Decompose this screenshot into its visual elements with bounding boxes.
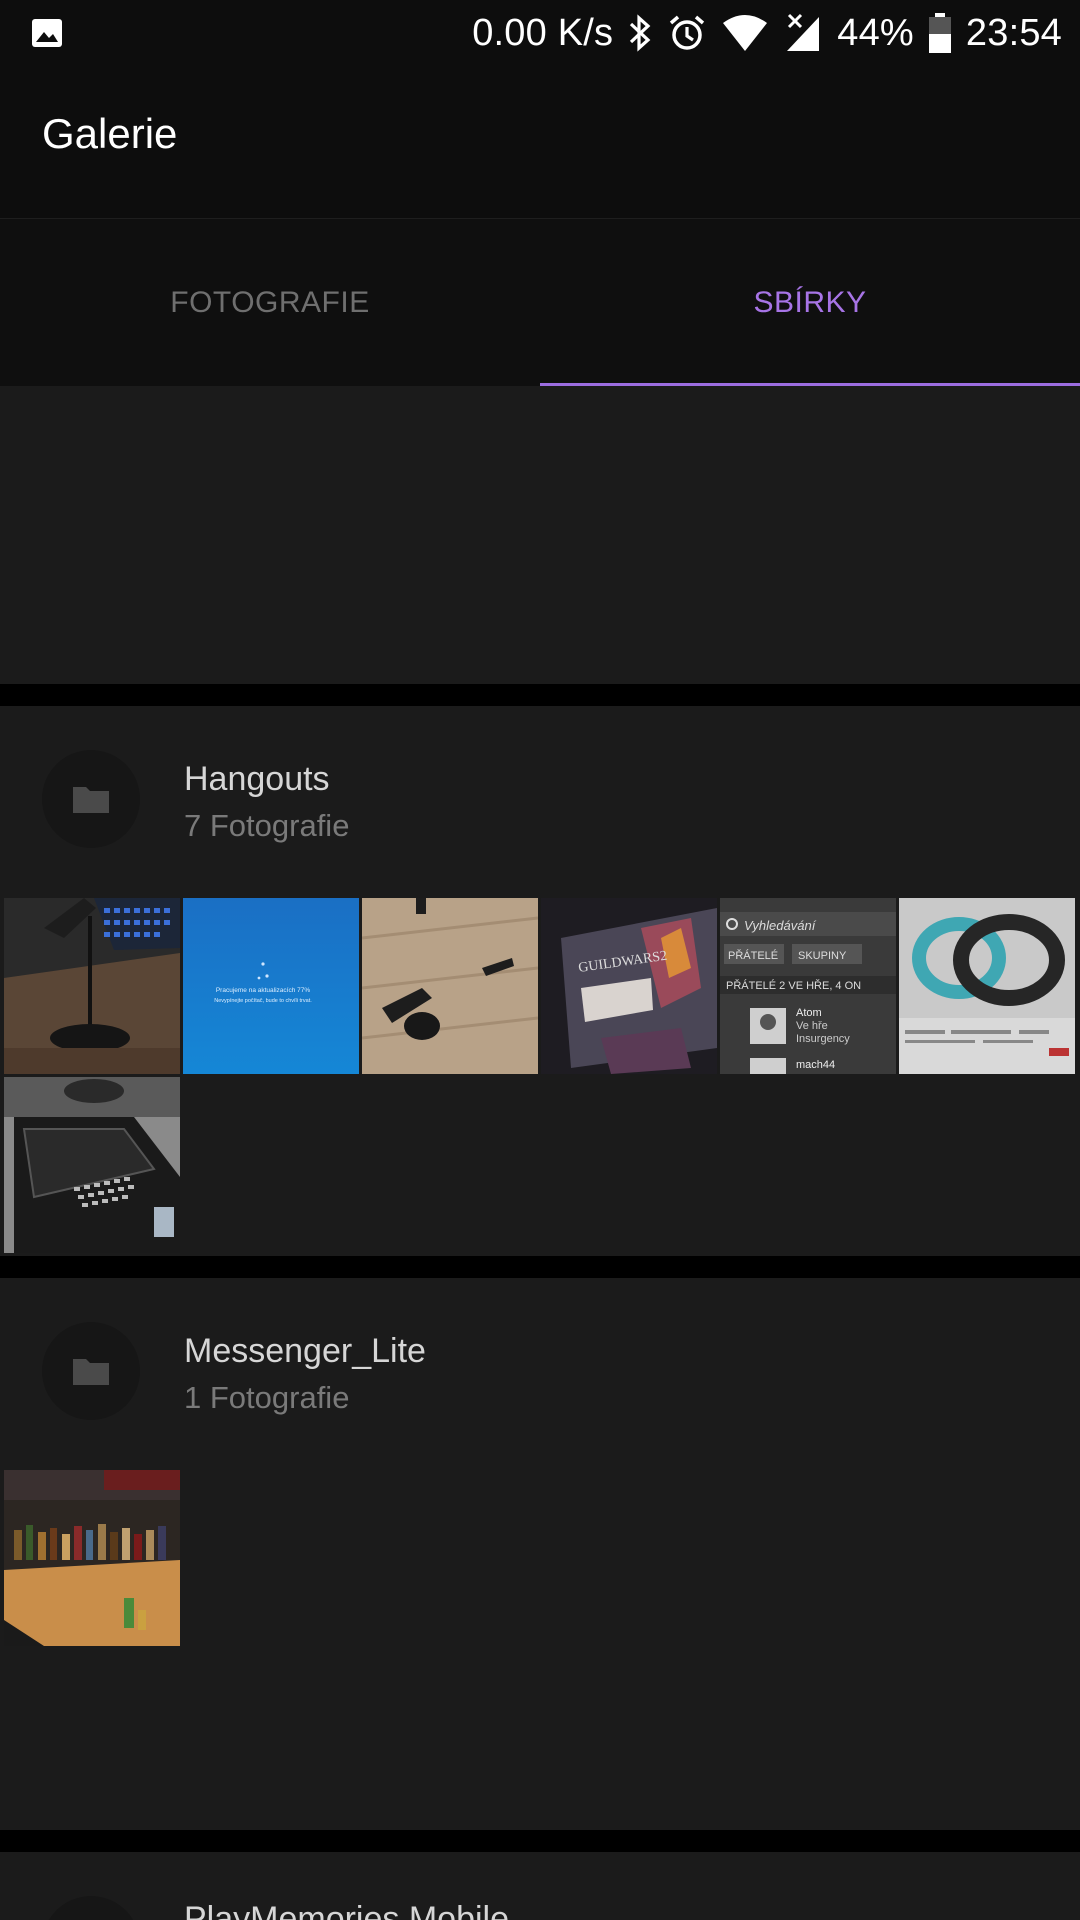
photo-thumbnail-blackberry[interactable]: [4, 1077, 180, 1253]
steam-friend-name-text: Atom: [796, 1007, 822, 1019]
photo-thumbnail-fitness-band[interactable]: [899, 898, 1075, 1074]
gallery-notification-icon: [32, 19, 62, 47]
photo-thumbnail-desk-lamp[interactable]: [4, 898, 180, 1074]
steam-section-text: PŘÁTELÉ 2 VE HŘE, 4 ON: [726, 979, 861, 992]
steam-friend-status-1-text: Ve hře: [796, 1020, 828, 1032]
photo-thumbnail-chair-base[interactable]: [362, 898, 538, 1074]
windows-update-text: Pracujeme na aktualizacích 77%: [216, 987, 311, 994]
album-count: 1 Fotografie: [184, 1380, 350, 1415]
steam-search-text: Vyhledávání: [744, 918, 817, 933]
wifi-icon: [723, 15, 768, 51]
album-avatar: [42, 750, 140, 848]
clock: 23:54: [965, 11, 1062, 54]
bluetooth-icon: [630, 14, 651, 52]
app-bar: Galerie: [0, 66, 1080, 218]
album-card-hangouts: Hangouts 7 Fotografie Pracujeme na aktua…: [0, 706, 1080, 1256]
steam-friend-2-text: mach44: [796, 1059, 835, 1071]
album-avatar: [42, 1896, 140, 1920]
photo-thumbnail-windows-update[interactable]: Pracujeme na aktualizacích 77% Nevypínej…: [183, 898, 359, 1074]
tab-collections[interactable]: SBÍRKY: [540, 219, 1080, 387]
battery-icon: [928, 13, 951, 53]
folder-icon: [73, 1359, 109, 1385]
album-avatar: [42, 1322, 140, 1420]
album-name[interactable]: Hangouts: [184, 760, 330, 799]
battery-percent: 44%: [837, 11, 914, 54]
alarm-icon: [670, 15, 705, 50]
photo-thumbnail-guild-wars[interactable]: GUILDWARS2: [541, 898, 717, 1074]
photo-thumbnail-steam-friends[interactable]: Vyhledávání PŘÁTELÉ SKUPINY PŘÁTELÉ 2 VE…: [720, 898, 896, 1074]
windows-update-subtext: Nevypínejte počítač, bude to chvíli trva…: [214, 998, 312, 1004]
tab-photos[interactable]: FOTOGRAFIE: [0, 219, 540, 387]
tab-bar: FOTOGRAFIE SBÍRKY: [0, 218, 1080, 387]
empty-section: [0, 386, 1080, 684]
network-speed: 0.00 K/s: [472, 11, 614, 54]
signal-icon: [787, 13, 820, 51]
album-card-playmemories: PlayMemories Mobile: [0, 1852, 1080, 1920]
album-card-messenger-lite: Messenger_Lite 1 Fotografie: [0, 1278, 1080, 1830]
photo-thumbnail-bottle-shelf[interactable]: [4, 1470, 180, 1646]
folder-icon: [73, 787, 109, 813]
status-bar: 0.00 K/s 44% 23:54: [0, 0, 1080, 66]
steam-friend-status-2-text: Insurgency: [796, 1033, 850, 1045]
steam-groups-tab-text: SKUPINY: [798, 950, 847, 962]
album-name[interactable]: PlayMemories Mobile: [184, 1900, 509, 1920]
steam-friends-tab-text: PŘÁTELÉ: [728, 949, 778, 962]
album-name[interactable]: Messenger_Lite: [184, 1332, 426, 1371]
album-count: 7 Fotografie: [184, 808, 350, 843]
page-title: Galerie: [42, 110, 178, 157]
